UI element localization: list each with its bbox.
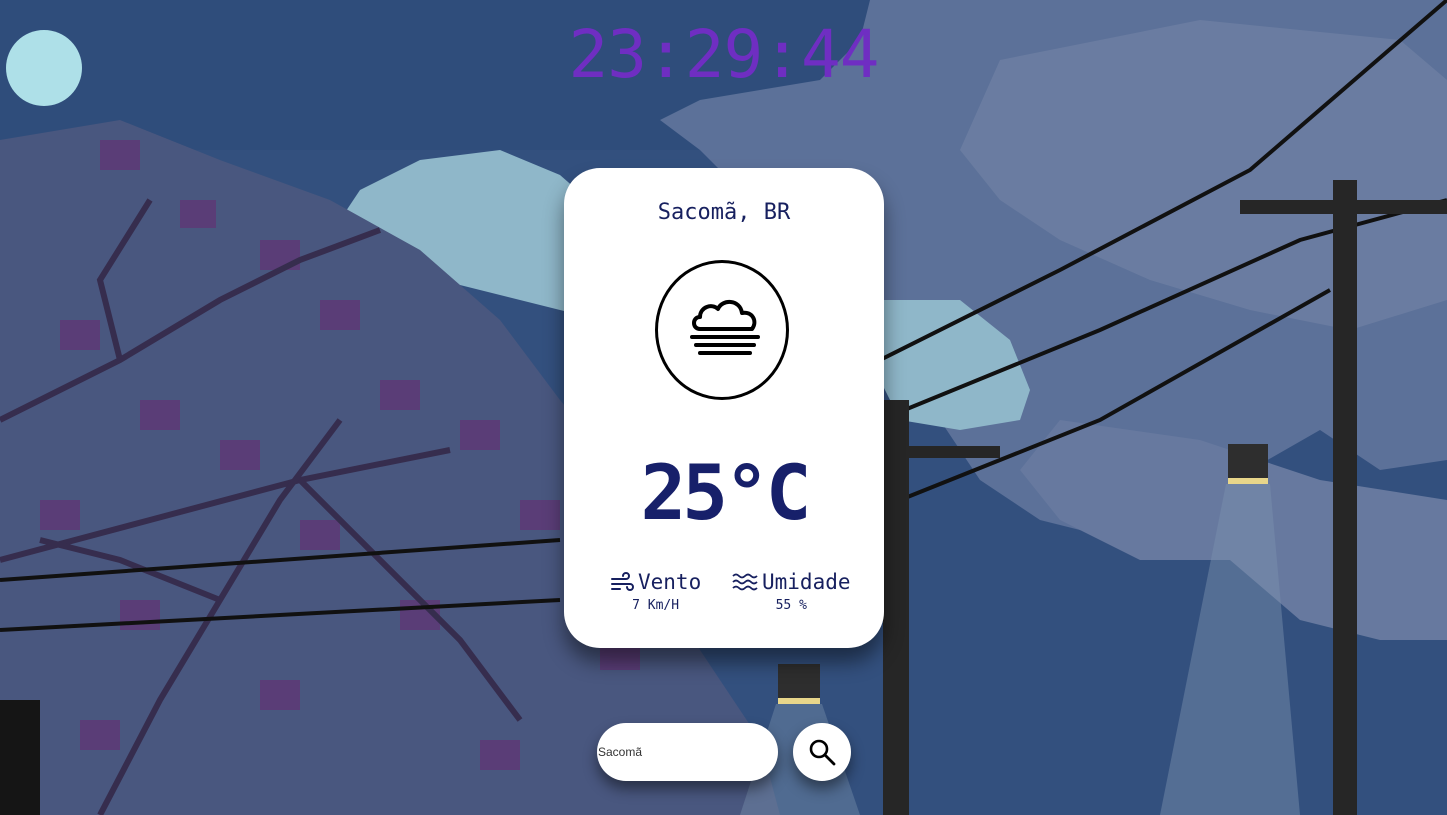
wind-icon <box>611 572 634 591</box>
humidity-stat: Umidade 55 % <box>732 570 851 613</box>
search-button[interactable] <box>793 723 851 781</box>
fog-cloud-icon <box>690 300 760 355</box>
wind-stat: Vento 7 Km/H <box>610 570 701 613</box>
humidity-value: 55 % <box>775 598 807 613</box>
city-search-input[interactable] <box>597 723 778 781</box>
weather-condition-badge <box>655 260 789 400</box>
wind-value: 7 Km/H <box>632 598 680 613</box>
weather-card: Sacomã, BR 25°C Vento 7 Km/H Umidade 55 … <box>564 168 884 648</box>
search-icon <box>809 739 836 766</box>
location-name: Sacomã, BR <box>657 200 791 225</box>
wind-label: Vento <box>638 570 702 594</box>
humidity-waves-icon <box>732 573 758 591</box>
humidity-label: Umidade <box>762 570 851 594</box>
temperature: 25°C <box>640 448 811 537</box>
clock-time: 23:29:44 <box>568 16 880 93</box>
